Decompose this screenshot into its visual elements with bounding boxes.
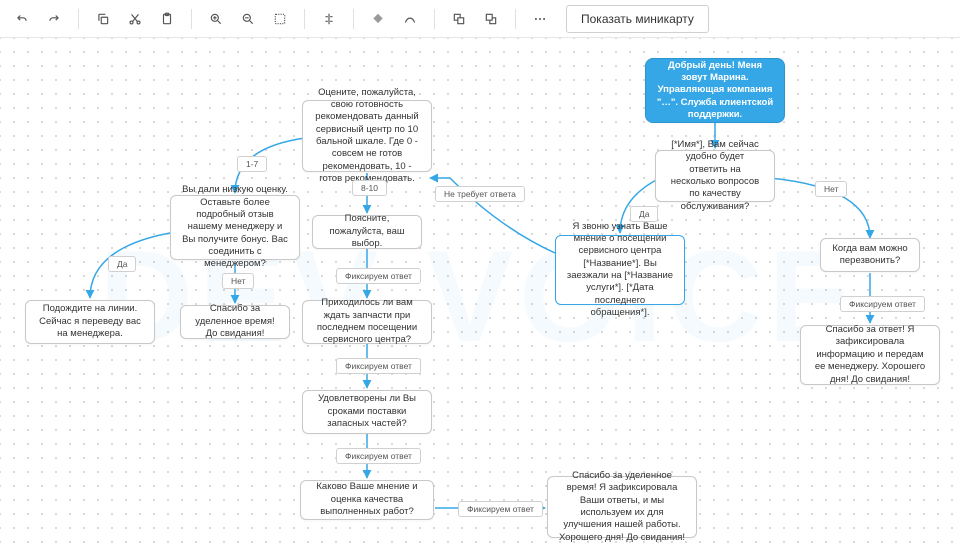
node-rate[interactable]: Оцените, пожалуйста, свою готовность рек… <box>302 100 432 172</box>
edge-label-8-10: 8-10 <box>352 180 387 196</box>
separator <box>515 9 516 29</box>
node-start[interactable]: Добрый день! Меня зовут Марина. Управляю… <box>645 58 785 123</box>
zoom-in-icon[interactable] <box>202 5 230 33</box>
show-minimap-button[interactable]: Показать миникарту <box>566 5 709 33</box>
copy-icon[interactable] <box>89 5 117 33</box>
node-wait-parts[interactable]: Приходилось ли вам ждать запчасти при по… <box>302 300 432 344</box>
node-callback[interactable]: Когда вам можно перезвонить? <box>820 238 920 272</box>
node-final[interactable]: Спасибо за уделенное время! Я зафиксиров… <box>547 476 697 538</box>
edge-label-rec-5: Фиксируем ответ <box>458 501 543 517</box>
edge-label-rec-answer: Фиксируем ответ <box>840 296 925 312</box>
separator <box>353 9 354 29</box>
edge-label-no-2: Нет <box>222 273 254 289</box>
edge-label-rec-3: Фиксируем ответ <box>336 358 421 374</box>
fill-icon[interactable] <box>364 5 392 33</box>
node-quality[interactable]: Каково Ваше мнение и оценка качества вып… <box>300 480 434 520</box>
bring-front-icon[interactable] <box>445 5 473 33</box>
node-thanks-callback[interactable]: Спасибо за ответ! Я зафиксировала информ… <box>800 325 940 385</box>
send-back-icon[interactable] <box>477 5 505 33</box>
node-low-score[interactable]: Вы дали низкую оценку. Оставьте более по… <box>170 195 300 260</box>
node-explain[interactable]: Поясните, пожалуйста, ваш выбор. <box>312 215 422 249</box>
edge-label-no-answer: Не требует ответа <box>435 186 525 202</box>
node-purpose[interactable]: Я звоню узнать Ваше мнение о посещении с… <box>555 235 685 305</box>
edge-label-rec-4: Фиксируем ответ <box>336 448 421 464</box>
node-bye-short[interactable]: Спасибо за уделенное время! До свидания! <box>180 305 290 339</box>
cut-icon[interactable] <box>121 5 149 33</box>
edge-label-yes-2: Да <box>108 256 136 272</box>
stroke-icon[interactable] <box>396 5 424 33</box>
node-transfer[interactable]: Подождите на линии. Сейчас я переведу ва… <box>25 300 155 344</box>
edges-layer <box>0 38 960 553</box>
redo-icon[interactable] <box>40 5 68 33</box>
flowchart-canvas[interactable]: DEV VOICE Добрый день <box>0 38 960 553</box>
node-ask-time[interactable]: [*Имя*], Вам сейчас удобно будет ответит… <box>655 150 775 202</box>
paste-icon[interactable] <box>153 5 181 33</box>
separator <box>78 9 79 29</box>
edge-label-no: Нет <box>815 181 847 197</box>
zoom-out-icon[interactable] <box>234 5 262 33</box>
separator <box>191 9 192 29</box>
edge-label-yes: Да <box>630 206 658 222</box>
toolbar: Показать миникарту <box>0 0 960 38</box>
separator <box>304 9 305 29</box>
edge-label-1-7: 1-7 <box>237 156 267 172</box>
align-icon[interactable] <box>315 5 343 33</box>
node-delivery[interactable]: Удовлетворены ли Вы сроками поставки зап… <box>302 390 432 434</box>
edge-label-rec-2: Фиксируем ответ <box>336 268 421 284</box>
separator <box>434 9 435 29</box>
fit-icon[interactable] <box>266 5 294 33</box>
undo-icon[interactable] <box>8 5 36 33</box>
more-icon[interactable] <box>526 5 554 33</box>
